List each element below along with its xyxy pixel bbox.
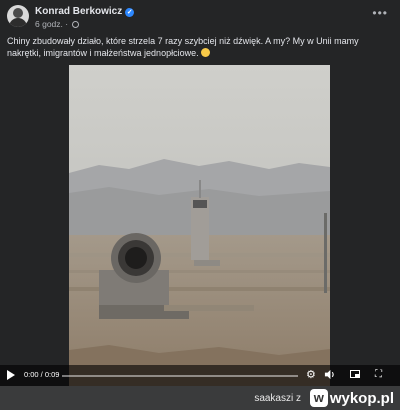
author-avatar[interactable] <box>7 5 29 27</box>
verified-badge-icon: ✓ <box>125 8 135 17</box>
wykop-logo-icon: w <box>309 389 328 407</box>
fullscreen-icon[interactable]: ⛶ <box>375 369 382 381</box>
facebook-post-card: Konrad Berkowicz ✓ 6 godz. · ••• Chiny zb… <box>0 0 400 386</box>
author-name[interactable]: Konrad Berkowicz ✓ <box>35 6 135 17</box>
post-caption: Chiny zbudowały działo, które strzela 7 … <box>7 35 393 59</box>
play-icon[interactable] <box>7 370 15 380</box>
picture-in-picture-icon[interactable] <box>350 370 360 378</box>
video-progress-bar[interactable] <box>62 375 298 377</box>
footer-username[interactable]: saakaszi <box>254 393 293 404</box>
globe-icon <box>72 21 80 28</box>
video-frame[interactable] <box>69 65 330 386</box>
video-scene <box>69 65 330 386</box>
more-options-icon[interactable]: ••• <box>372 7 388 19</box>
wykop-site-name: wykop.pl <box>329 389 394 407</box>
footer-attribution: saakaszi z <box>254 393 301 404</box>
post-time[interactable]: 6 godz. <box>35 19 63 29</box>
post-caption-text: Chiny zbudowały działo, które strzela 7 … <box>7 36 359 58</box>
video-controls: 0:00 / 0:09 ⚙ ⛶ <box>0 365 400 386</box>
post-meta: 6 godz. · <box>35 19 80 29</box>
video-time: 0:00 / 0:09 <box>24 370 60 379</box>
wykop-logo[interactable]: w wykop.pl <box>309 389 394 407</box>
settings-gear-icon[interactable]: ⚙ <box>306 368 316 382</box>
footer-separator: z <box>296 393 301 404</box>
author-name-text[interactable]: Konrad Berkowicz <box>35 6 122 17</box>
emoji-icon <box>201 48 211 57</box>
volume-icon[interactable] <box>324 369 335 380</box>
